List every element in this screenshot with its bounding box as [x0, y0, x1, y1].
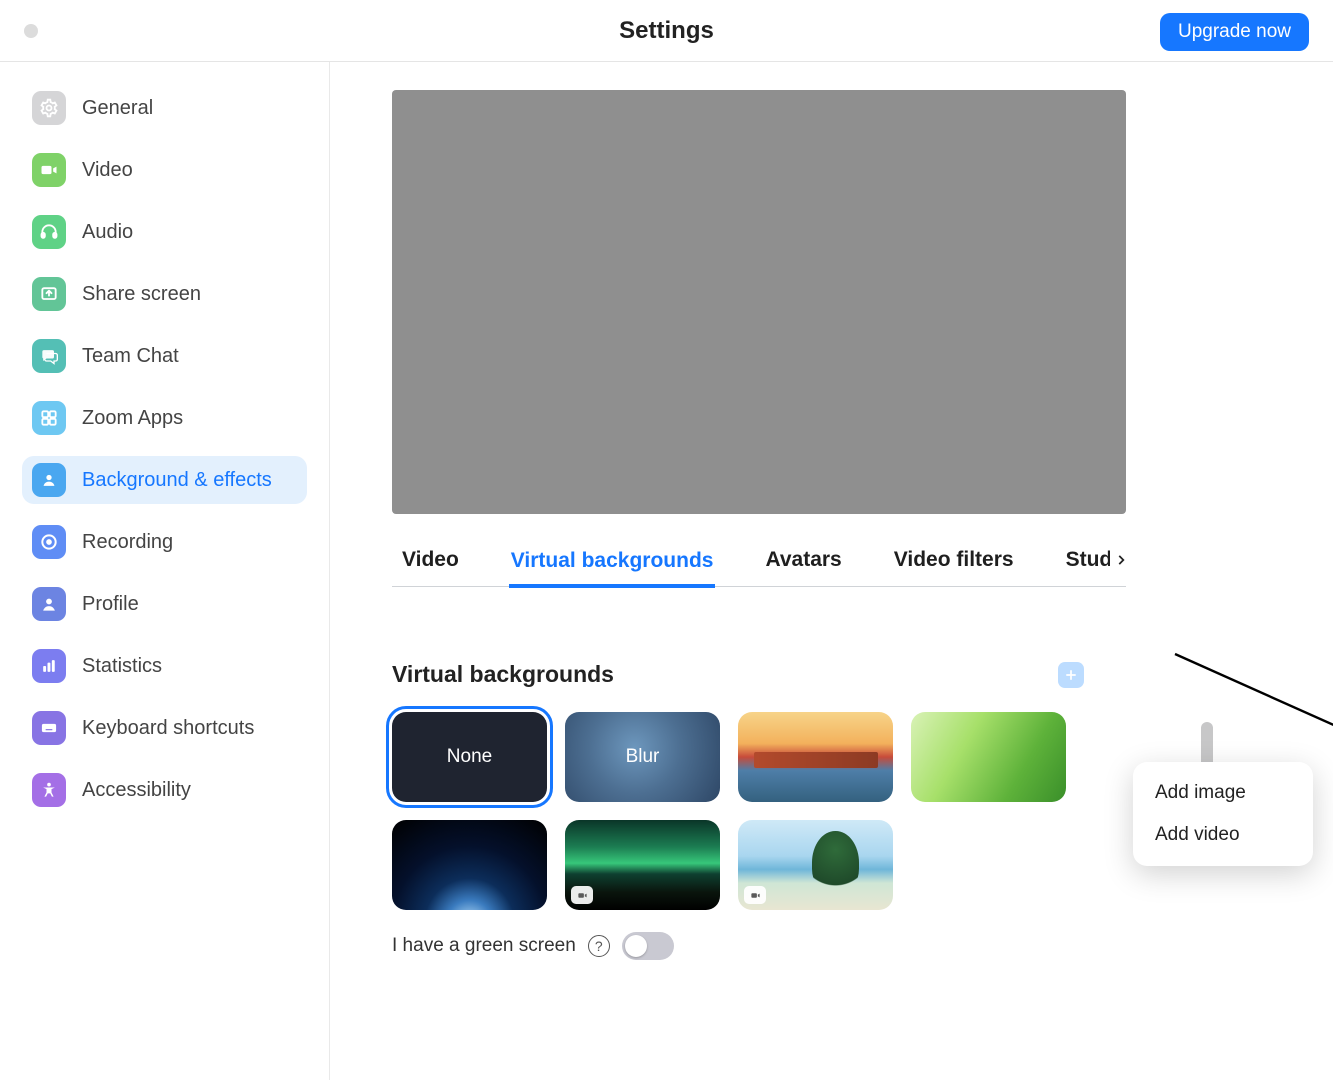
sidebar: General Video Audio Share screen Team Ch — [0, 62, 330, 1080]
help-icon[interactable]: ? — [588, 935, 610, 957]
section-title: Virtual backgrounds — [392, 661, 614, 688]
sidebar-item-profile[interactable]: Profile — [22, 580, 307, 628]
bg-thumb-blur[interactable]: Blur — [565, 712, 720, 802]
sidebar-item-label: Recording — [82, 531, 173, 554]
green-screen-toggle[interactable] — [622, 932, 674, 960]
keyboard-icon — [32, 711, 66, 745]
bg-thumb-beach[interactable] — [738, 820, 893, 910]
green-screen-row: I have a green screen ? — [392, 932, 1333, 960]
bg-thumb-bridge[interactable] — [738, 712, 893, 802]
annotation-arrow — [1170, 648, 1333, 758]
bg-thumb-none[interactable]: None — [392, 712, 547, 802]
chat-icon — [32, 339, 66, 373]
add-background-button[interactable] — [1058, 662, 1084, 688]
tab-video[interactable]: Video — [400, 538, 461, 586]
sidebar-item-label: Video — [82, 159, 133, 182]
bg-thumb-grass[interactable] — [911, 712, 1066, 802]
sidebar-item-video[interactable]: Video — [22, 146, 307, 194]
video-badge-icon — [571, 886, 593, 904]
sidebar-item-share-screen[interactable]: Share screen — [22, 270, 307, 318]
gear-icon — [32, 91, 66, 125]
tab-virtual-backgrounds[interactable]: Virtual backgrounds — [509, 539, 716, 588]
accessibility-icon — [32, 773, 66, 807]
sidebar-item-label: Profile — [82, 593, 139, 616]
window-traffic-light[interactable] — [24, 24, 38, 38]
sidebar-item-recording[interactable]: Recording — [22, 518, 307, 566]
upgrade-button[interactable]: Upgrade now — [1160, 13, 1309, 51]
green-screen-label: I have a green screen — [392, 935, 576, 957]
titlebar: Settings Upgrade now — [0, 0, 1333, 62]
sidebar-item-label: Audio — [82, 221, 133, 244]
sidebar-item-background-effects[interactable]: Background & effects — [22, 456, 307, 504]
sidebar-item-label: Keyboard shortcuts — [82, 717, 254, 740]
tab-avatars[interactable]: Avatars — [763, 538, 843, 586]
page-title: Settings — [0, 17, 1333, 45]
tab-video-filters[interactable]: Video filters — [892, 538, 1016, 586]
sidebar-item-accessibility[interactable]: Accessibility — [22, 766, 307, 814]
person-icon — [32, 463, 66, 497]
sidebar-item-label: Team Chat — [82, 345, 179, 368]
menu-item-add-image[interactable]: Add image — [1133, 772, 1313, 814]
record-icon — [32, 525, 66, 559]
tab-scroll-right-icon[interactable] — [1110, 550, 1128, 573]
content-pane: Video Virtual backgrounds Avatars Video … — [330, 62, 1333, 1080]
sidebar-item-label: Statistics — [82, 655, 162, 678]
sidebar-item-label: Accessibility — [82, 779, 191, 802]
add-background-menu: Add image Add video — [1133, 762, 1313, 866]
background-thumbnails: None Blur — [392, 712, 1112, 910]
sidebar-item-audio[interactable]: Audio — [22, 208, 307, 256]
sidebar-item-label: Background & effects — [82, 469, 272, 492]
sidebar-item-label: General — [82, 97, 153, 120]
sidebar-item-statistics[interactable]: Statistics — [22, 642, 307, 690]
thumb-label: Blur — [626, 746, 660, 768]
sidebar-item-keyboard-shortcuts[interactable]: Keyboard shortcuts — [22, 704, 307, 752]
headset-icon — [32, 215, 66, 249]
video-badge-icon — [744, 886, 766, 904]
apps-icon — [32, 401, 66, 435]
sidebar-item-general[interactable]: General — [22, 84, 307, 132]
bg-thumb-aurora[interactable] — [565, 820, 720, 910]
sidebar-item-label: Share screen — [82, 283, 201, 306]
share-icon — [32, 277, 66, 311]
bg-thumb-earth[interactable] — [392, 820, 547, 910]
sidebar-item-label: Zoom Apps — [82, 407, 183, 430]
video-icon — [32, 153, 66, 187]
stats-icon — [32, 649, 66, 683]
menu-item-add-video[interactable]: Add video — [1133, 814, 1313, 856]
profile-icon — [32, 587, 66, 621]
section-header: Virtual backgrounds — [392, 661, 1084, 688]
thumb-label: None — [447, 746, 492, 768]
video-preview — [392, 90, 1126, 514]
main-layout: General Video Audio Share screen Team Ch — [0, 62, 1333, 1080]
sidebar-item-zoom-apps[interactable]: Zoom Apps — [22, 394, 307, 442]
sidebar-item-team-chat[interactable]: Team Chat — [22, 332, 307, 380]
effects-tabs: Video Virtual backgrounds Avatars Video … — [392, 538, 1126, 587]
